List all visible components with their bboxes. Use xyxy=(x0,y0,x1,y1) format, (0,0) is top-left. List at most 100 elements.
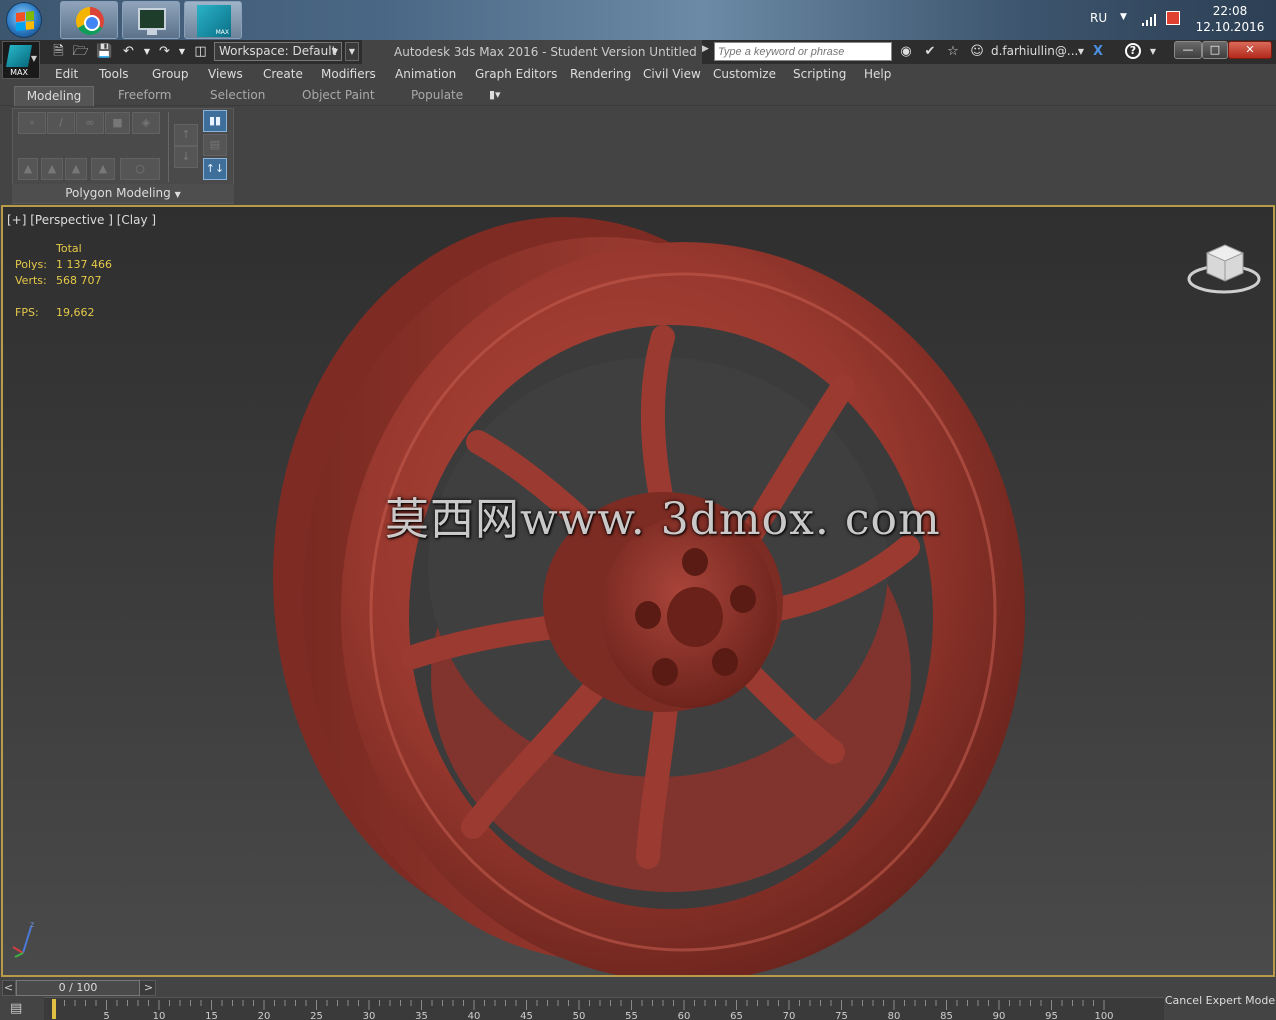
binoculars-search-icon[interactable]: ◉ xyxy=(897,43,915,61)
cancel-expert-mode-button[interactable]: Cancel Expert Mode xyxy=(1164,988,1276,1014)
timeline-tick-label: 15 xyxy=(205,1011,218,1020)
user-dropdown-icon[interactable]: ▼ xyxy=(1072,43,1090,61)
menu-edit[interactable]: Edit xyxy=(55,67,78,81)
undo-icon[interactable]: ↶ xyxy=(120,44,137,60)
minimize-button[interactable]: — xyxy=(1174,41,1202,59)
tab-selection[interactable]: Selection xyxy=(210,88,265,102)
vertex-mode-icon[interactable]: ∘ xyxy=(18,112,46,134)
menu-rendering[interactable]: Rendering xyxy=(570,67,631,81)
timeline-tick-label: 95 xyxy=(1045,1011,1058,1020)
menu-tools[interactable]: Tools xyxy=(99,67,129,81)
help-icon[interactable]: ? xyxy=(1125,43,1141,59)
use-displace-icon[interactable]: ▲ xyxy=(91,158,115,180)
tab-populate[interactable]: Populate xyxy=(411,88,463,102)
wheel-lug-hole xyxy=(682,548,708,576)
monitor-icon xyxy=(138,8,166,35)
timeline-tick-label: 25 xyxy=(310,1011,323,1020)
tab-modeling[interactable]: Modeling xyxy=(14,86,94,107)
project-folder-icon[interactable]: ◫ xyxy=(192,44,209,60)
border-mode-icon[interactable]: ∞ xyxy=(76,112,104,134)
user-account-name[interactable]: d.farhiullin@... xyxy=(991,44,1078,58)
maximize-button[interactable]: □ xyxy=(1202,41,1228,59)
curve-editor-icon[interactable]: ▤ xyxy=(10,1001,34,1019)
menu-modifiers[interactable]: Modifiers xyxy=(321,67,376,81)
timeline-tick-label: 55 xyxy=(625,1011,638,1020)
track-bar[interactable]: 5 10 15 20 25 30 35 40 45 50 55 60 65 70 75 80 85 90 95 100 xyxy=(44,997,1164,1020)
exchange-apps-icon[interactable]: X xyxy=(1089,43,1107,61)
svg-text:z: z xyxy=(30,920,34,929)
system-clock[interactable]: 22:08 12.10.2016 xyxy=(1192,3,1268,43)
menu-views[interactable]: Views xyxy=(208,67,243,81)
timeline-tick-label: 45 xyxy=(520,1011,533,1020)
search-expand-icon[interactable]: ▶ xyxy=(702,44,709,54)
element-mode-icon[interactable]: ◈ xyxy=(132,112,160,134)
timeline-tick-label: 65 xyxy=(730,1011,743,1020)
taskbar-chrome-button[interactable] xyxy=(60,1,118,39)
toggle-command-panel-icon[interactable]: ▲ xyxy=(41,158,63,180)
menu-civil-view[interactable]: Civil View xyxy=(643,67,701,81)
edge-mode-icon[interactable]: ∕ xyxy=(47,112,75,134)
wheel-lug-hole xyxy=(730,585,756,613)
apply-mesh-smooth-icon[interactable]: ↑↓ xyxy=(203,158,227,180)
time-slider-prev-button[interactable]: < xyxy=(2,980,16,996)
taskbar-3dsmax-button[interactable] xyxy=(184,1,242,39)
subscription-center-icon[interactable]: ✔ xyxy=(921,43,939,61)
save-icon[interactable]: 💾 xyxy=(96,44,113,60)
menu-create[interactable]: Create xyxy=(263,67,303,81)
panel-title: Polygon Modeling xyxy=(65,186,171,200)
windows-start-button[interactable] xyxy=(6,2,42,38)
network-signal-icon[interactable] xyxy=(1142,14,1158,26)
ribbon-options-icon[interactable]: ▮▾ xyxy=(489,88,501,101)
application-menu-button[interactable]: MAX ▼ xyxy=(2,41,40,79)
favorites-star-icon[interactable]: ☆ xyxy=(944,43,962,61)
help-search-input[interactable] xyxy=(714,42,892,61)
user-account-icon[interactable]: ☺ xyxy=(968,43,986,61)
tab-object-paint[interactable]: Object Paint xyxy=(302,88,375,102)
redo-icon[interactable]: ↷ xyxy=(156,44,173,60)
menu-help[interactable]: Help xyxy=(864,67,891,81)
modify-mode-icon[interactable]: ▲ xyxy=(18,158,38,180)
tab-freeform[interactable]: Freeform xyxy=(118,88,171,102)
timeline-tick-label: 35 xyxy=(415,1011,428,1020)
undo-dropdown-icon[interactable]: ▼ xyxy=(143,44,151,60)
help-dropdown-icon[interactable]: ▼ xyxy=(1144,43,1162,61)
chevron-down-icon: ▼ xyxy=(331,47,338,56)
perspective-viewport[interactable]: [+] [Perspective ] [Clay ] Total Polys: … xyxy=(1,205,1275,977)
menu-scripting[interactable]: Scripting xyxy=(793,67,846,81)
ribbon-tab-strip xyxy=(0,86,1276,106)
pin-stack-icon[interactable]: ▤ xyxy=(203,134,227,156)
close-button[interactable]: ✕ xyxy=(1228,41,1272,59)
wheel-model[interactable] xyxy=(3,207,1275,977)
redo-dropdown-icon[interactable]: ▼ xyxy=(178,44,186,60)
collapse-stack-icon[interactable]: ○ xyxy=(120,158,160,180)
wheel-lug-hole xyxy=(635,601,661,629)
menu-animation[interactable]: Animation xyxy=(395,67,456,81)
timeline-tick-label: 85 xyxy=(940,1011,953,1020)
watermark-text: 莫西网www. 3dmox. com xyxy=(385,494,941,545)
track-bar-ticks: 5 10 15 20 25 30 35 40 45 50 55 60 65 70 75 80 85 90 95 100 xyxy=(52,999,1114,1020)
time-slider-thumb[interactable]: 0 / 100 xyxy=(16,980,140,996)
polygon-mode-icon[interactable]: ■ xyxy=(105,112,130,134)
time-slider-next-button[interactable]: > xyxy=(141,980,156,996)
preserve-uvs-icon[interactable]: ▲ xyxy=(65,158,87,180)
previous-modifier-icon[interactable]: ↑ xyxy=(174,124,198,146)
menu-group[interactable]: Group xyxy=(152,67,189,81)
viewcube-icon[interactable] xyxy=(1185,239,1263,303)
next-modifier-icon[interactable]: ↓ xyxy=(174,146,198,168)
chevron-down-icon: ▼ xyxy=(30,54,37,63)
taskbar-monitor-button[interactable] xyxy=(122,1,180,39)
workspace-dropdown[interactable]: Workspace: Default ▼ xyxy=(214,42,342,61)
clock-time: 22:08 xyxy=(1212,4,1248,18)
menu-graph-editors[interactable]: Graph Editors xyxy=(475,67,557,81)
show-end-result-icon[interactable]: ▮▮ xyxy=(203,110,227,132)
current-frame-marker[interactable] xyxy=(52,999,56,1019)
action-center-flag-icon[interactable] xyxy=(1166,11,1180,25)
workspace-options-icon[interactable]: ▼ xyxy=(345,42,359,61)
timeline-tick-label: 80 xyxy=(888,1011,901,1020)
menu-customize[interactable]: Customize xyxy=(713,67,776,81)
chevron-down-icon: ▼ xyxy=(174,190,181,199)
polygon-modeling-panel-label[interactable]: Polygon Modeling ▼ xyxy=(12,184,234,203)
timeline-tick-label: 70 xyxy=(783,1011,796,1020)
new-file-icon[interactable]: 🗎 xyxy=(50,44,67,60)
open-folder-icon[interactable]: 🗁 xyxy=(72,44,89,60)
